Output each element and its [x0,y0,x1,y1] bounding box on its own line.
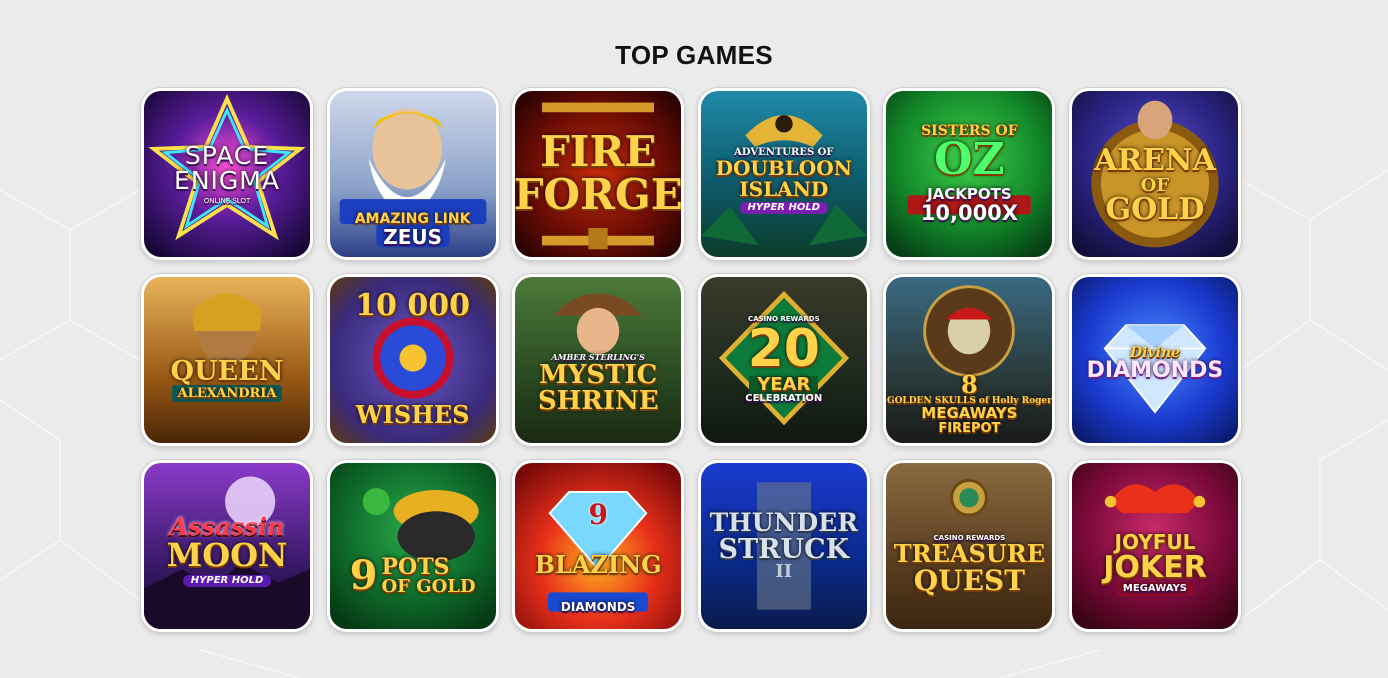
game-title-line: MEGAWAYS [1116,583,1194,596]
hyper-hold-badge: HYPER HOLD [182,574,272,588]
game-tile-golden-skulls[interactable]: 8 GOLDEN SKULLS of Holly Roger MEGAWAYS … [883,274,1056,446]
game-title-line: GOLD [1105,192,1205,228]
game-title-line: 9 [588,498,608,531]
game-title-line: TREASURE [893,539,1045,569]
game-tile-9-blazing-diamonds[interactable]: 9 BLAZING DIAMONDS [512,460,685,632]
game-title-line: DOUBLOON [715,156,852,181]
game-title-line: ZEUS [383,224,442,249]
game-title-line: OF GOLD [381,576,476,598]
game-title-line: FIRE [539,127,657,177]
game-title-line: SHRINE [537,386,659,417]
game-title-line: ALEXANDRIA [171,385,283,403]
game-title-line: THUNDER [709,508,858,538]
game-tile-arena-of-gold[interactable]: ARENA OF GOLD [1068,88,1241,260]
game-title-line: FIREPOT [938,420,1001,436]
game-title-line: POTS [381,553,450,580]
game-title-line: FORGE [513,170,683,219]
game-tile-joyful-joker[interactable]: JOYFUL JOKER MEGAWAYS [1068,460,1241,632]
game-title-line: QUEEN [170,355,284,387]
game-tile-10000-wishes[interactable]: 10 000 WISHES [326,274,499,446]
game-title-line: MEGAWAYS [921,404,1018,423]
game-tile-divine-diamonds[interactable]: Divine DIAMONDS [1068,274,1241,446]
game-tile-20-year-celebration[interactable]: CASINO REWARDS 20 YEAR CELEBRATION [697,274,870,446]
games-grid: SPACE ENIGMA ONLINE SLOT AMAZING LINK ZE… [141,88,1241,632]
game-title-line: ISLAND [739,176,829,201]
game-title-line: DIAMONDS [560,599,636,614]
game-title-line: WISHES [355,399,470,429]
game-tile-sisters-of-oz[interactable]: SISTERS OF OZ JACKPOTS 10,000X [883,88,1056,260]
game-title-line: 9 [349,551,378,599]
game-title-line: CELEBRATION [745,393,823,405]
game-title-line: JOKER [1103,549,1207,585]
game-tile-space-enigma[interactable]: SPACE ENIGMA ONLINE SLOT [141,88,313,260]
game-tile-doubloon-island[interactable]: ADVENTURES OF DOUBLOON ISLAND HYPER HOLD [697,88,870,260]
game-title-line: II [775,561,793,583]
game-tile-assassin-moon[interactable]: Assassin MOON HYPER HOLD [141,460,313,632]
game-tile-treasure-quest[interactable]: CASINO REWARDS TREASURE QUEST [883,460,1056,632]
game-title-line: BLAZING [534,549,662,579]
game-subtitle: ONLINE SLOT [203,196,251,205]
game-title-line: 8 [961,369,978,399]
game-tile-thunderstruck-ii[interactable]: THUNDER STRUCK II [697,460,870,632]
game-tile-mystic-shrine[interactable]: AMBER STERLING'S MYSTIC SHRINE [512,274,685,446]
game-title-line: 20 [747,318,820,379]
game-title-line: 10,000X [920,200,1018,225]
game-title-line: MYSTIC [539,359,658,390]
game-title-line: OZ [934,134,1005,186]
game-tile-queen-of-alexandria[interactable]: QUEEN ALEXANDRIA [141,274,313,446]
game-title-line: STRUCK [718,533,850,565]
game-title-line: ENIGMA [174,166,280,196]
game-title-line: QUEST [913,563,1025,597]
game-tile-amazing-link-zeus[interactable]: AMAZING LINK ZEUS [326,88,499,260]
hyper-hold-badge: HYPER HOLD [739,201,829,215]
game-title-line: SPACE [184,140,270,170]
game-tile-9-pots-of-gold[interactable]: 9 POTS OF GOLD [326,460,499,632]
game-title-line: ARENA [1094,143,1216,179]
game-title-line: YEAR [749,375,819,395]
page-title: TOP GAMES [615,40,773,70]
game-title-line: MOON [166,536,288,575]
game-tile-fire-forge[interactable]: FIRE FORGE [512,88,685,260]
game-title-line: 10 000 [355,288,470,323]
game-title-line: DIAMONDS [1086,357,1224,383]
